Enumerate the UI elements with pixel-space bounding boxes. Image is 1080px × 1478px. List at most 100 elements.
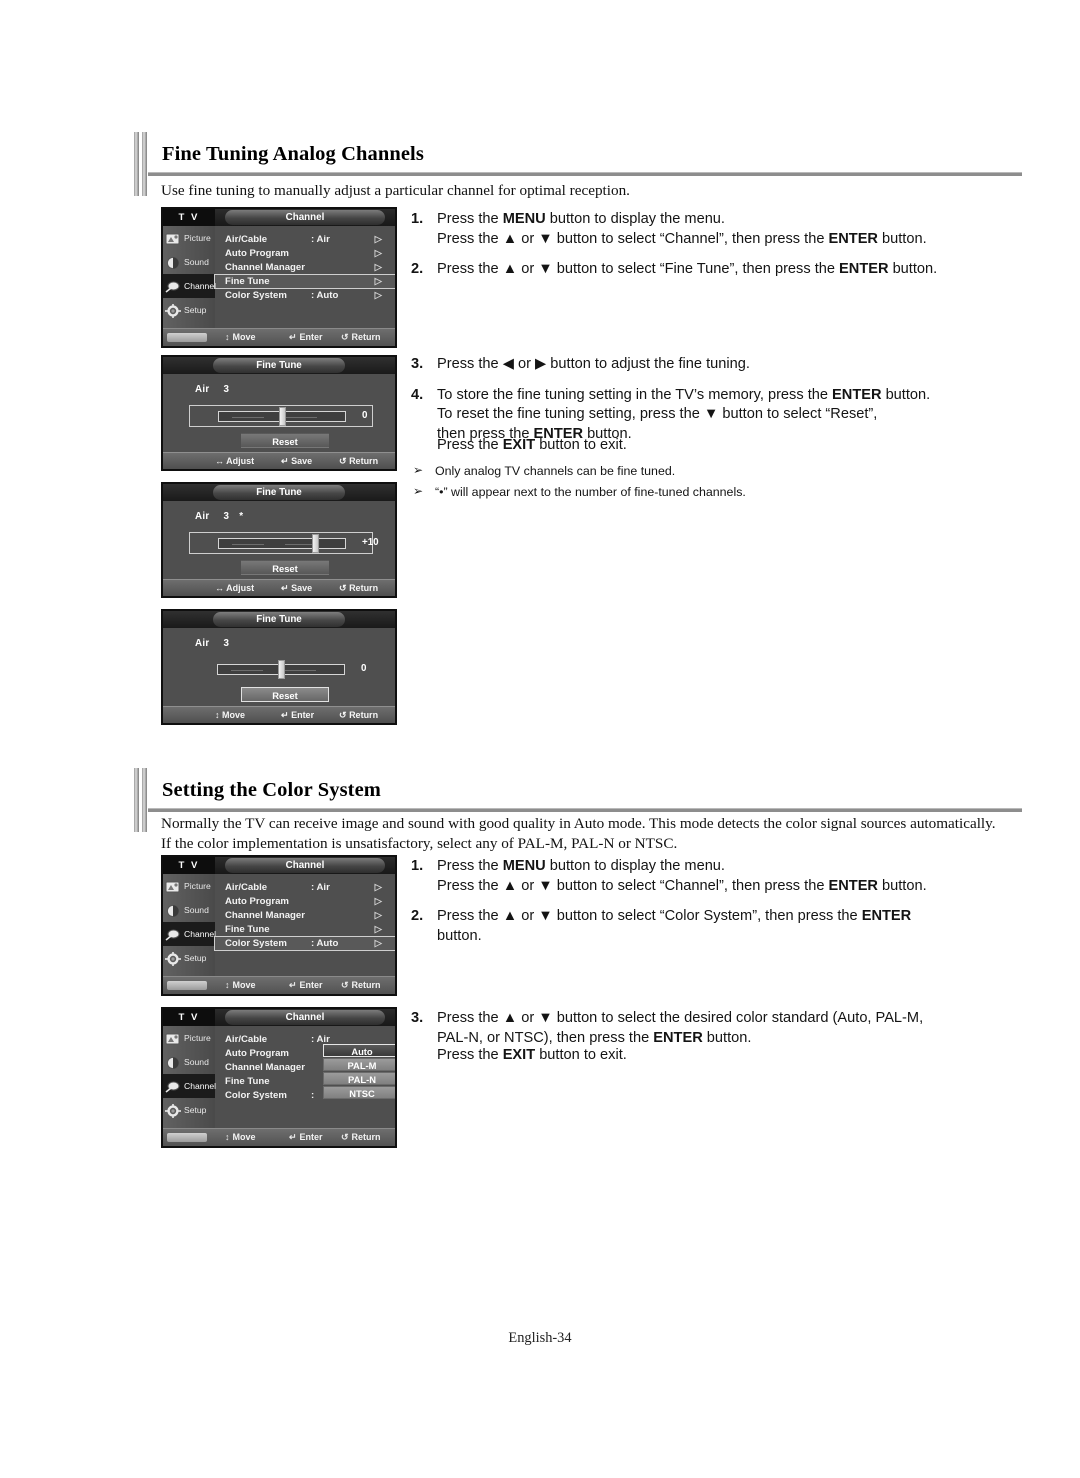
fine-tune-title-bar: Fine Tune xyxy=(163,484,395,501)
dropdown-option-pal-n[interactable]: PAL-N xyxy=(323,1072,395,1085)
osd-fine-tune-reset[interactable]: Fine Tune Air 3 0 Reset ↕ Move ↵ Enter ↺ Return xyxy=(161,609,397,725)
dropdown-option-pal-m[interactable]: PAL-M xyxy=(323,1058,395,1071)
osd-channel-menu-color-system[interactable]: T V Channel PictureSoundChannelSetupInpu… xyxy=(161,855,397,996)
osd-footer-enter: ↵ Enter xyxy=(289,329,323,346)
osd-sidebar-item-sound[interactable]: Sound xyxy=(163,898,215,922)
fine-tune-title-bar: Fine Tune xyxy=(163,357,395,374)
fine-tune-channel-info: Air 3 * xyxy=(195,511,243,522)
move-glyph-icon: ↕ xyxy=(215,710,220,720)
osd-footer-return: ↺ Return xyxy=(341,977,381,994)
osd-channel-menu-color-dropdown[interactable]: T V Channel PictureSoundChannelSetupInpu… xyxy=(161,1007,397,1148)
osd-sidebar-item-channel[interactable]: Channel xyxy=(163,274,217,298)
osd-menu-row[interactable]: Color System: Auto ▷ xyxy=(215,289,395,302)
osd-menu-rows[interactable]: Air/Cable: Air ▷ Auto Program ▷ Channel Mana… xyxy=(214,874,395,973)
osd-sidebar-item-setup[interactable]: Setup xyxy=(163,298,215,322)
move-glyph-icon: ↕ xyxy=(225,1132,230,1142)
osd-sidebar-item-picture[interactable]: Picture xyxy=(163,226,215,250)
osd-menu-row[interactable]: Auto Program ▷ xyxy=(215,247,395,260)
instruction-step-number: 3. xyxy=(411,1010,424,1026)
reset-button[interactable]: Reset xyxy=(241,560,329,575)
chevron-right-icon: ▷ xyxy=(374,924,382,935)
osd-footer-knob xyxy=(167,333,207,342)
osd-footer-move-label: Move xyxy=(232,332,256,342)
osd-sidebar-item-setup[interactable]: Setup xyxy=(163,946,215,970)
osd-menu-row-label: Channel Manager xyxy=(225,1062,305,1073)
chevron-right-icon: ▷ xyxy=(374,276,382,287)
osd-sidebar-item-picture[interactable]: Picture xyxy=(163,1026,215,1050)
save-glyph-icon: ↵ xyxy=(281,583,289,593)
instruction-step-line: Press the MENU button to display the men… xyxy=(437,211,725,227)
fine-tune-slider-panel[interactable]: +10 xyxy=(189,532,379,554)
chevron-right-icon: ▷ xyxy=(374,248,382,259)
enter-glyph-icon: ↵ xyxy=(289,332,297,342)
reset-button[interactable]: Reset xyxy=(241,687,329,702)
fine-tune-channel-number: 3 xyxy=(223,384,230,395)
fine-tune-footer-return: ↺ Return xyxy=(339,580,378,596)
osd-footer-return-label: Return xyxy=(351,980,381,990)
osd-sidebar-item-sound[interactable]: Sound xyxy=(163,250,215,274)
section2-exit-note: Press the EXIT button to exit. xyxy=(437,1047,627,1063)
osd-menu-row-label: Color System xyxy=(225,290,287,301)
osd-menu-row[interactable]: Auto Program ▷ xyxy=(215,895,395,908)
move-glyph-icon: ↕ xyxy=(225,332,230,342)
osd-sidebar-item-label: Picture xyxy=(184,233,211,243)
enter-glyph-icon: ↵ xyxy=(289,980,297,990)
fine-tune-band: Air xyxy=(195,638,210,649)
osd-menu-row-value: : Air xyxy=(311,234,330,245)
osd-menu-rows[interactable]: Air/Cable: Air Auto Program Channel Manage… xyxy=(215,1026,395,1125)
setup-icon xyxy=(165,951,181,966)
instruction-step-number: 4. xyxy=(411,386,424,403)
osd-menu-row-value: : Auto xyxy=(311,290,339,301)
color-system-dropdown[interactable]: Auto PAL-M PAL-N NTSC xyxy=(323,1044,395,1100)
section1-exit-note: Press the EXIT button to exit. xyxy=(437,437,627,453)
osd-menu-row-label: Color System xyxy=(225,1090,287,1101)
fine-tune-slider-panel[interactable]: 0 xyxy=(189,659,373,681)
dropdown-option-auto[interactable]: Auto xyxy=(323,1044,395,1057)
fine-tune-slider-track[interactable] xyxy=(218,538,346,549)
osd-sidebar-item-setup[interactable]: Setup xyxy=(163,1098,215,1122)
osd-menu-row[interactable]: Fine Tune ▷ xyxy=(215,923,395,936)
instruction-step: 1. Press the MENU button to display the m… xyxy=(411,210,971,249)
fine-tune-footer-return: ↺ Return xyxy=(339,707,378,723)
channel-icon xyxy=(165,1079,181,1093)
osd-footer-return: ↺ Return xyxy=(341,329,381,346)
fine-tune-caption: Fine Tune xyxy=(213,485,345,500)
fine-tune-caption: Fine Tune xyxy=(213,612,345,627)
reset-button[interactable]: Reset xyxy=(241,433,329,448)
fine-tune-slider-knob[interactable] xyxy=(278,407,286,426)
setup-icon xyxy=(165,303,181,318)
osd-menu-row[interactable]: Channel Manager ▷ xyxy=(215,261,395,274)
instruction-step-line: button. xyxy=(437,927,482,944)
fine-tune-band: Air xyxy=(195,511,210,522)
dropdown-option-ntsc[interactable]: NTSC xyxy=(323,1086,395,1099)
osd-sidebar-item-picture[interactable]: Picture xyxy=(163,874,215,898)
osd-menu-row-label: Channel Manager xyxy=(225,262,305,273)
fine-tune-slider-panel[interactable]: 0 xyxy=(189,405,373,427)
osd-footer-bar: ↕ Move ↵ Enter ↺ Return xyxy=(163,1128,395,1146)
osd-menu-row[interactable]: Fine Tune ▷ xyxy=(214,274,395,289)
osd-menu-row[interactable]: Air/Cable: Air ▷ xyxy=(215,881,395,894)
fine-tune-footer-adjust-label: Adjust xyxy=(226,583,255,593)
osd-tv-label: T V xyxy=(163,1009,215,1026)
return-glyph-icon: ↺ xyxy=(339,710,347,720)
osd-menu-row[interactable]: Color System: Auto ▷ xyxy=(214,936,395,951)
osd-tv-label: T V xyxy=(163,209,215,226)
osd-menu-rows[interactable]: Air/Cable: Air ▷ Auto Program ▷ Channel Mana… xyxy=(214,226,395,325)
osd-sidebar-item-label: Channel xyxy=(184,281,217,291)
fine-tune-slider-knob[interactable] xyxy=(312,534,320,553)
fine-tune-slider-knob[interactable] xyxy=(277,660,285,679)
osd-fine-tune-default[interactable]: Fine Tune Air 3 0 Reset ↔ Adjust ↵ Save ↺ Retur… xyxy=(161,355,397,471)
osd-fine-tune-adjusted[interactable]: Fine Tune Air 3 * +10 Reset ↔ Adjust ↵ Save ↺ Re… xyxy=(161,482,397,598)
section1-notes: ➢ Only analog TV channels can be fine tun… xyxy=(411,462,971,504)
instruction-step-number: 1. xyxy=(411,211,424,227)
osd-menu-row[interactable]: Air/Cable: Air ▷ xyxy=(215,233,395,246)
instruction-step: 1. Press the MENU button to display the m… xyxy=(411,857,971,896)
osd-menu-row[interactable]: Channel Manager ▷ xyxy=(215,909,395,922)
osd-caption: Channel xyxy=(225,1010,385,1025)
osd-channel-menu-fine-tune[interactable]: T V Channel PictureSoundChannelSetupInpu… xyxy=(161,207,397,348)
osd-sidebar-item-channel[interactable]: Channel xyxy=(163,1074,216,1098)
osd-sidebar-item-sound[interactable]: Sound xyxy=(163,1050,215,1074)
instruction-step: 2. Press the ▲ or ▼ button to select “Col… xyxy=(411,907,971,946)
osd-sidebar-item-channel[interactable]: Channel xyxy=(163,922,216,946)
osd-footer-move: ↕ Move xyxy=(225,329,256,346)
